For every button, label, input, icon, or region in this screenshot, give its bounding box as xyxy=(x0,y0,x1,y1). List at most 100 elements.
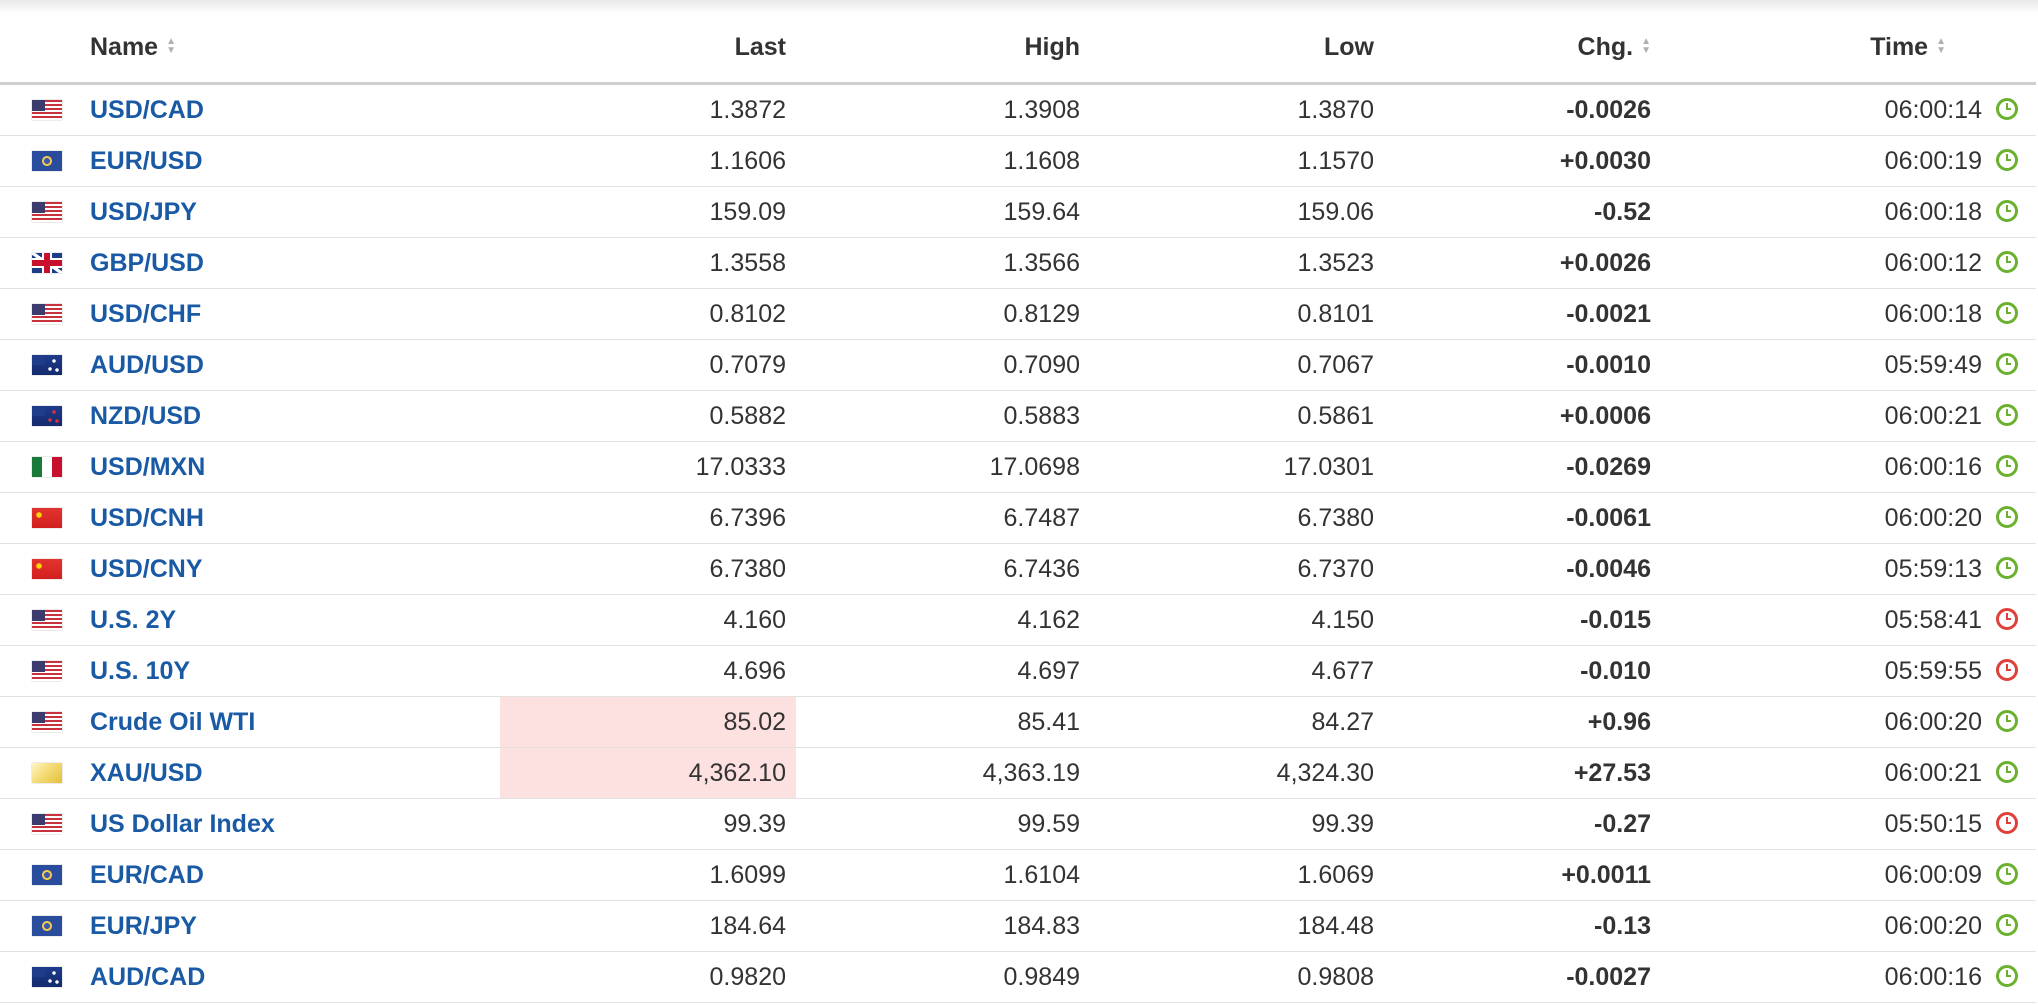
column-header-name[interactable]: Name ▲ ▼ xyxy=(90,12,500,85)
last-cell: 6.7380 xyxy=(500,543,796,595)
change-cell: +0.0026 xyxy=(1384,237,1661,289)
time-value: 05:58:41 xyxy=(1884,605,1982,634)
flag-cell xyxy=(0,696,90,748)
change-cell: -0.13 xyxy=(1384,900,1661,952)
clock-icon xyxy=(1996,250,2018,273)
change-cell: +0.0011 xyxy=(1384,849,1661,901)
flag-cell xyxy=(0,441,90,493)
table-row[interactable]: GBP/USD 1.3558 1.3566 1.3523 +0.0026 06:00:12 xyxy=(0,237,2036,289)
us-flag-icon xyxy=(32,100,62,120)
flag-column-header xyxy=(0,12,90,85)
instrument-link[interactable]: USD/CNH xyxy=(90,504,204,532)
last-cell: 184.64 xyxy=(500,900,796,952)
time-cell: 06:00:20 xyxy=(1661,900,2036,952)
table-row[interactable]: XAU/USD 4,362.10 4,363.19 4,324.30 +27.53 06:… xyxy=(0,747,2036,799)
us-flag-icon xyxy=(32,661,62,681)
low-cell: 99.39 xyxy=(1090,798,1384,850)
time-value: 06:00:16 xyxy=(1884,452,1982,481)
table-row[interactable]: USD/JPY 159.09 159.64 159.06 -0.52 06:00:18 xyxy=(0,186,2036,238)
name-cell: AUD/CAD xyxy=(90,951,500,1003)
clock-icon xyxy=(1996,658,2018,681)
sort-icon[interactable]: ▲ ▼ xyxy=(1641,36,1651,55)
instrument-link[interactable]: Crude Oil WTI xyxy=(90,708,255,736)
time-cell: 06:00:21 xyxy=(1661,390,2036,442)
instrument-link[interactable]: XAU/USD xyxy=(90,759,203,787)
low-cell: 17.0301 xyxy=(1090,441,1384,493)
high-cell: 4.697 xyxy=(796,645,1090,697)
table-row[interactable]: USD/CNY 6.7380 6.7436 6.7370 -0.0046 05:59:13 xyxy=(0,543,2036,595)
high-cell: 184.83 xyxy=(796,900,1090,952)
clock-icon xyxy=(1996,709,2018,732)
table-row[interactable]: USD/MXN 17.0333 17.0698 17.0301 -0.0269 06:00… xyxy=(0,441,2036,493)
name-cell: U.S. 2Y xyxy=(90,594,500,646)
last-cell: 0.5882 xyxy=(500,390,796,442)
change-cell: +0.0006 xyxy=(1384,390,1661,442)
column-header-time[interactable]: Time ▲ ▼ xyxy=(1661,12,2036,85)
low-cell: 159.06 xyxy=(1090,186,1384,238)
name-cell: EUR/JPY xyxy=(90,900,500,952)
last-cell: 4.160 xyxy=(500,594,796,646)
change-cell: -0.52 xyxy=(1384,186,1661,238)
time-cell: 06:00:18 xyxy=(1661,288,2036,340)
instrument-link[interactable]: EUR/JPY xyxy=(90,912,197,940)
instrument-link[interactable]: EUR/USD xyxy=(90,147,203,175)
table-row[interactable]: US Dollar Index 99.39 99.59 99.39 -0.27 05:50… xyxy=(0,798,2036,850)
instrument-link[interactable]: U.S. 10Y xyxy=(90,657,190,685)
column-header-chg[interactable]: Chg. ▲ ▼ xyxy=(1384,12,1661,85)
header-row: Name ▲ ▼ Last High Low Chg. ▲ ▼ Time ▲ ▼ xyxy=(0,12,2036,85)
table-row[interactable]: EUR/JPY 184.64 184.83 184.48 -0.13 06:00:20 xyxy=(0,900,2036,952)
column-header-last[interactable]: Last xyxy=(500,12,796,85)
time-cell: 06:00:09 xyxy=(1661,849,2036,901)
table-row[interactable]: U.S. 10Y 4.696 4.697 4.677 -0.010 05:59:55 xyxy=(0,645,2036,697)
instrument-link[interactable]: USD/CNY xyxy=(90,555,203,583)
table-row[interactable]: AUD/USD 0.7079 0.7090 0.7067 -0.0010 05:59:49 xyxy=(0,339,2036,391)
instrument-link[interactable]: USD/JPY xyxy=(90,198,197,226)
change-cell: -0.0046 xyxy=(1384,543,1661,595)
time-cell: 06:00:20 xyxy=(1661,696,2036,748)
high-cell: 0.9849 xyxy=(796,951,1090,1003)
sort-icon[interactable]: ▲ ▼ xyxy=(166,36,176,55)
table-row[interactable]: EUR/CAD 1.6099 1.6104 1.6069 +0.0011 06:00:09 xyxy=(0,849,2036,901)
column-header-low[interactable]: Low xyxy=(1090,12,1384,85)
table-row[interactable]: USD/CNH 6.7396 6.7487 6.7380 -0.0061 06:00:20 xyxy=(0,492,2036,544)
flag-cell xyxy=(0,492,90,544)
instrument-link[interactable]: EUR/CAD xyxy=(90,861,204,889)
column-header-high[interactable]: High xyxy=(796,12,1090,85)
table-row[interactable]: USD/CHF 0.8102 0.8129 0.8101 -0.0021 06:00:18 xyxy=(0,288,2036,340)
table-row[interactable]: U.S. 2Y 4.160 4.162 4.150 -0.015 05:58:41 xyxy=(0,594,2036,646)
table-row[interactable]: Crude Oil WTI 85.02 85.41 84.27 +0.96 06:00:2… xyxy=(0,696,2036,748)
table-row[interactable]: NZD/USD 0.5882 0.5883 0.5861 +0.0006 06:00:21 xyxy=(0,390,2036,442)
table-row[interactable]: EUR/USD 1.1606 1.1608 1.1570 +0.0030 06:00:19 xyxy=(0,135,2036,187)
instrument-link[interactable]: GBP/USD xyxy=(90,249,204,277)
flag-cell xyxy=(0,543,90,595)
name-cell: EUR/CAD xyxy=(90,849,500,901)
instrument-link[interactable]: USD/CHF xyxy=(90,300,201,328)
instrument-link[interactable]: U.S. 2Y xyxy=(90,606,176,634)
high-cell: 17.0698 xyxy=(796,441,1090,493)
instrument-link[interactable]: USD/CAD xyxy=(90,96,204,124)
instrument-link[interactable]: AUD/CAD xyxy=(90,963,205,991)
time-value: 06:00:16 xyxy=(1884,962,1982,991)
high-cell: 6.7436 xyxy=(796,543,1090,595)
us-flag-icon xyxy=(32,304,62,324)
table-row[interactable]: USD/CAD 1.3872 1.3908 1.3870 -0.0026 06:00:14 xyxy=(0,83,2036,136)
instrument-link[interactable]: US Dollar Index xyxy=(90,810,275,838)
name-cell: NZD/USD xyxy=(90,390,500,442)
instrument-link[interactable]: USD/MXN xyxy=(90,453,205,481)
high-cell: 99.59 xyxy=(796,798,1090,850)
time-cell: 05:59:13 xyxy=(1661,543,2036,595)
name-cell: Crude Oil WTI xyxy=(90,696,500,748)
time-value: 05:59:55 xyxy=(1884,656,1982,685)
flag-cell xyxy=(0,594,90,646)
low-cell: 1.3870 xyxy=(1090,83,1384,136)
time-value: 06:00:12 xyxy=(1884,248,1982,277)
low-cell: 0.8101 xyxy=(1090,288,1384,340)
last-cell: 99.39 xyxy=(500,798,796,850)
instrument-link[interactable]: AUD/USD xyxy=(90,351,204,379)
time-value: 05:59:13 xyxy=(1884,554,1982,583)
table-row[interactable]: AUD/CAD 0.9820 0.9849 0.9808 -0.0027 06:00:16 xyxy=(0,951,2036,1003)
eu-flag-icon xyxy=(32,151,62,171)
name-cell: USD/CNY xyxy=(90,543,500,595)
instrument-link[interactable]: NZD/USD xyxy=(90,402,201,430)
sort-icon[interactable]: ▲ ▼ xyxy=(1936,36,1946,55)
